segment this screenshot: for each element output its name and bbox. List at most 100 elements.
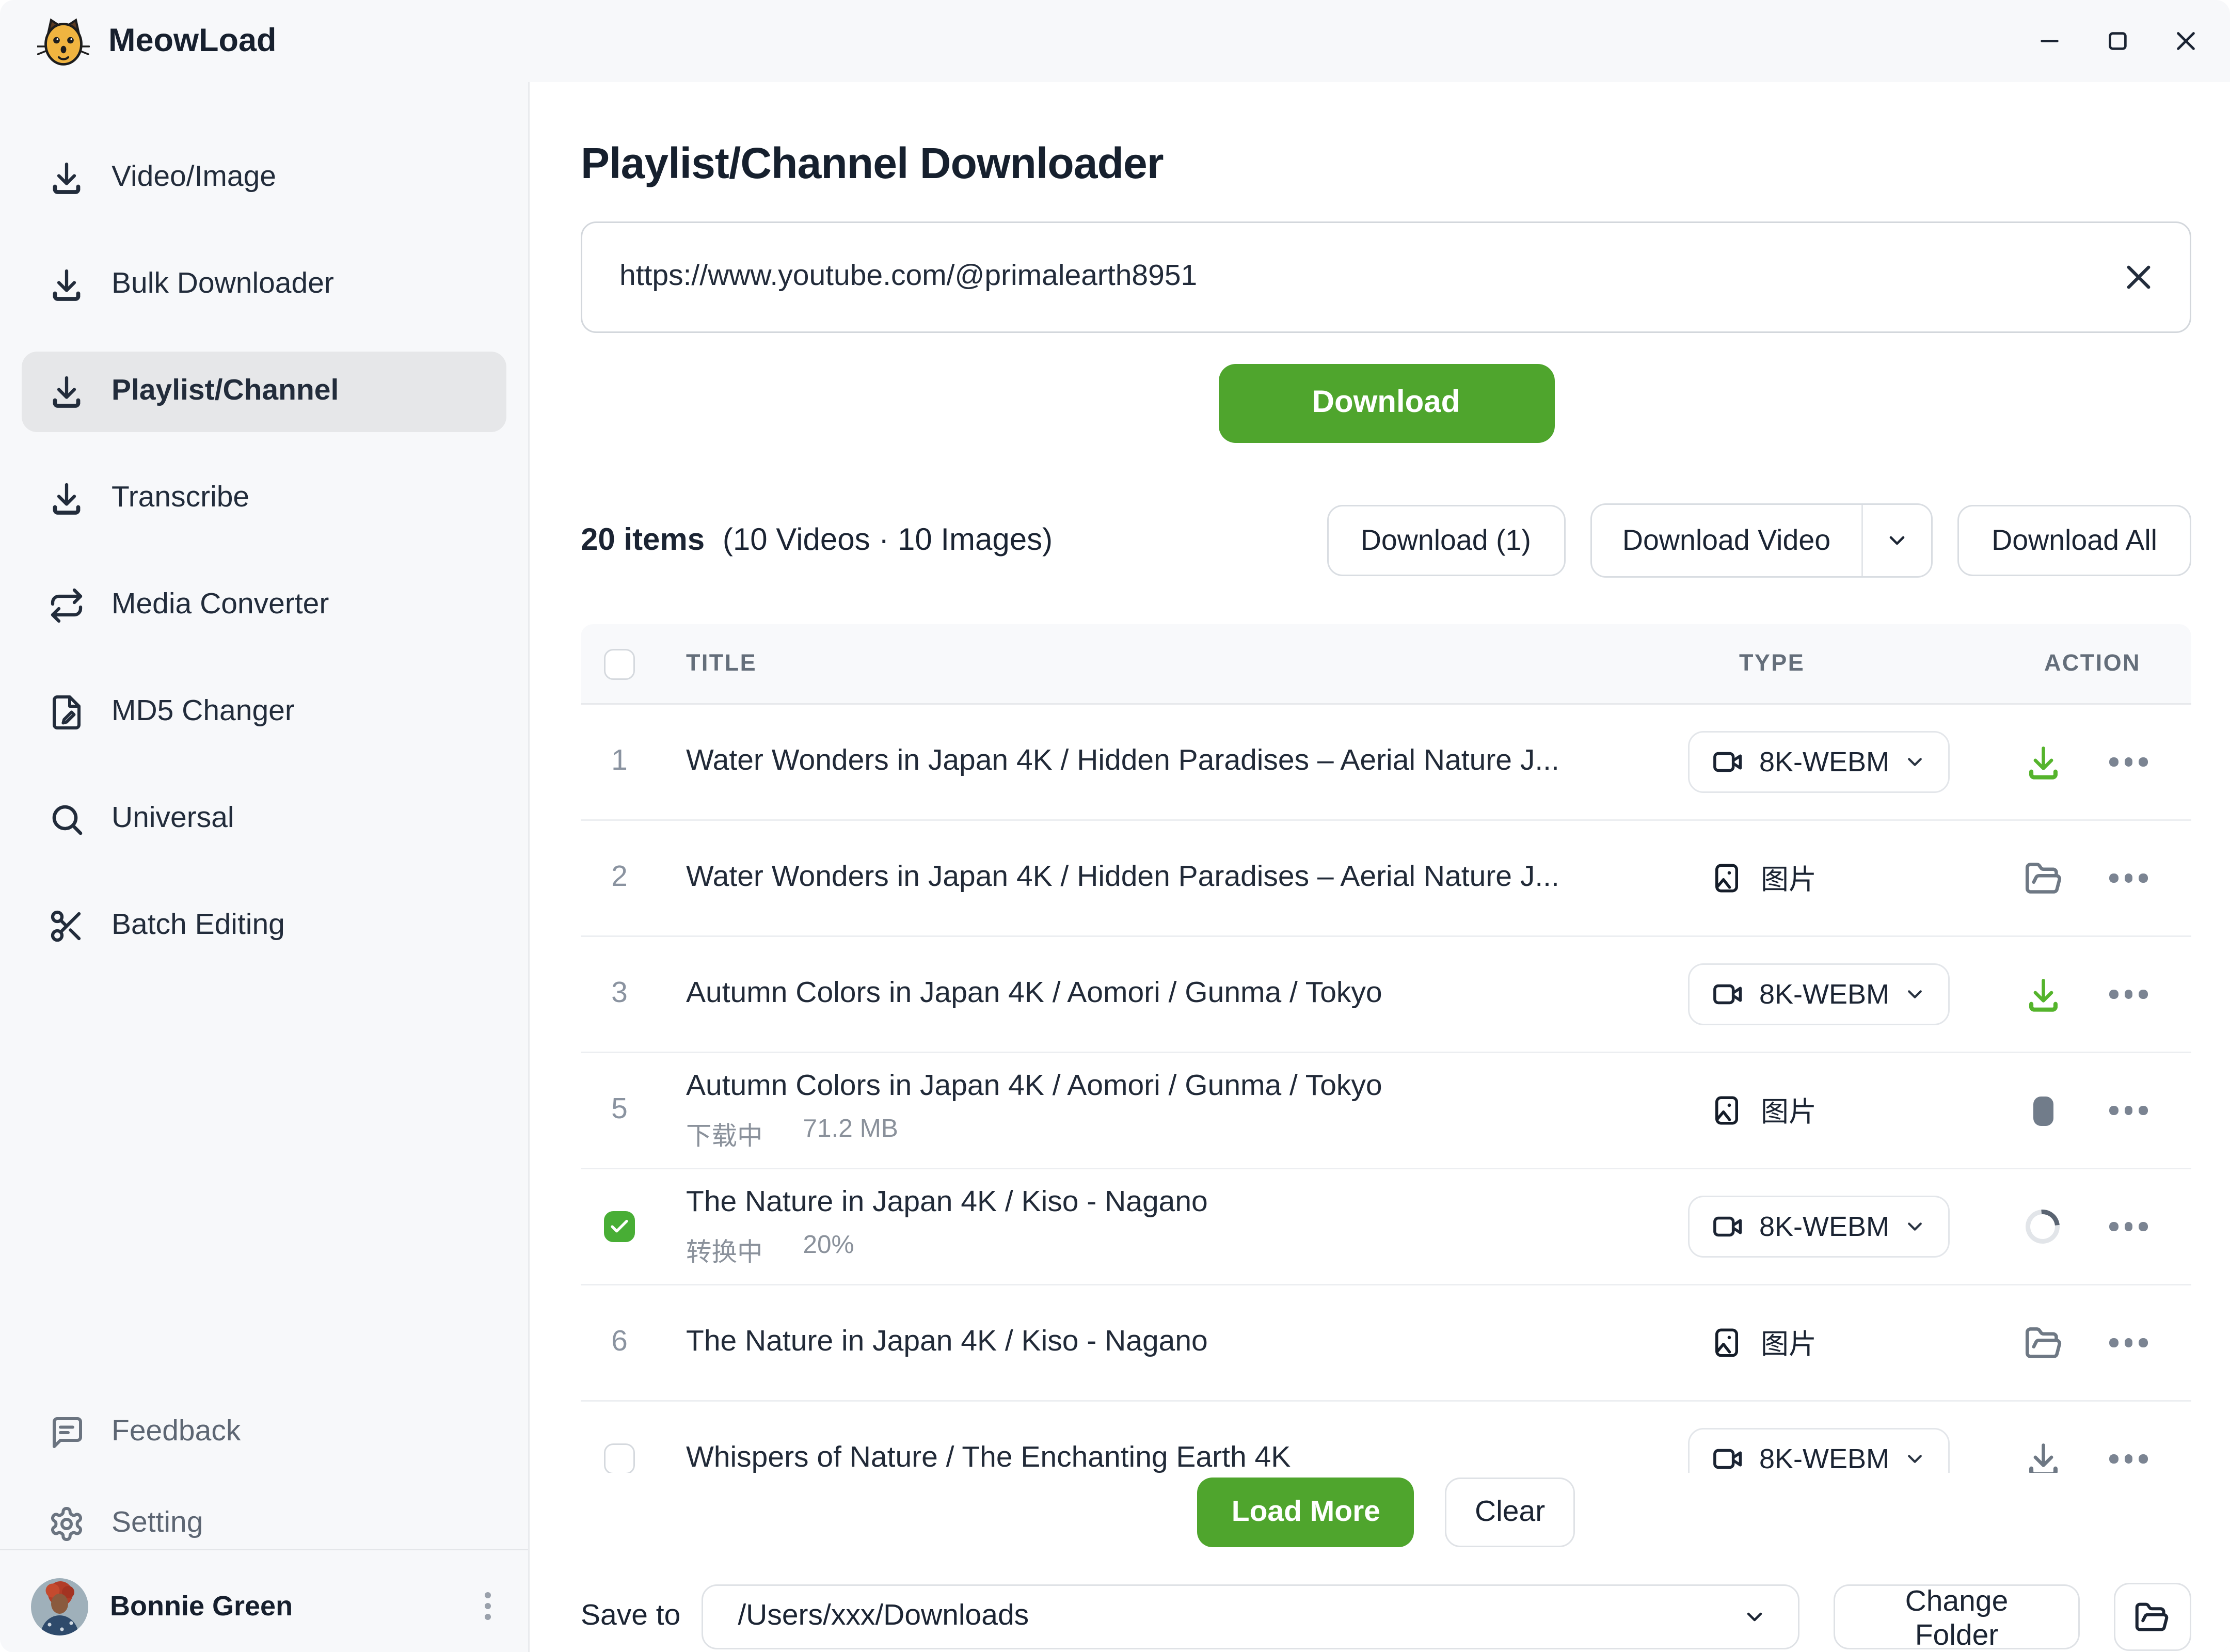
row-status: 转换中 20% xyxy=(686,1231,1649,1268)
sidebar-item-universal[interactable]: Universal xyxy=(22,779,506,860)
sidebar-item-label: Bulk Downloader xyxy=(112,268,334,302)
items-count: 20 items xyxy=(581,523,705,557)
download-toolbar: Download (1) Download Video Download All xyxy=(1327,503,2191,578)
download-row-icon[interactable] xyxy=(2022,1439,2063,1473)
image-icon xyxy=(1710,1325,1745,1361)
clear-url-icon[interactable] xyxy=(2122,260,2156,294)
sidebar-item-label: Universal xyxy=(112,802,234,836)
table-row: Whispers of Nature / The Enchanting Eart… xyxy=(581,1402,2191,1473)
converting-spinner-icon xyxy=(2022,1206,2063,1247)
table-row: 5 Autumn Colors in Japan 4K / Aomori / G… xyxy=(581,1053,2191,1169)
row-menu-kebab-icon[interactable] xyxy=(2109,1339,2147,1347)
row-title: The Nature in Japan 4K / Kiso - Nagano xyxy=(686,1326,1649,1360)
main-content: Playlist/Channel Downloader Download 20 … xyxy=(530,82,2230,1652)
browse-folder-button[interactable] xyxy=(2114,1583,2191,1651)
sidebar: Video/Image Bulk Downloader Playlist/Cha… xyxy=(0,82,530,1652)
sidebar-item-label: Feedback xyxy=(112,1416,241,1450)
stop-download-icon[interactable] xyxy=(2022,1090,2063,1131)
status-label: 下载中 xyxy=(686,1115,763,1152)
download-video-dropdown-icon[interactable] xyxy=(1863,505,1931,576)
clear-button[interactable]: Clear xyxy=(1445,1478,1574,1547)
format-select[interactable]: 8K-WEBM xyxy=(1688,731,1950,793)
row-title: Water Wonders in Japan 4K / Hidden Parad… xyxy=(686,745,1649,779)
meowload-window: MeowLoad Video/Image Bulk Downloader xyxy=(0,0,2230,1652)
page-title: Playlist/Channel Downloader xyxy=(581,136,2191,192)
download-button[interactable]: Download xyxy=(1218,364,1554,443)
status-value: 71.2 MB xyxy=(803,1115,898,1152)
video-camera-icon xyxy=(1711,745,1745,779)
chevron-down-icon xyxy=(1903,982,1926,1007)
chat-bubble-icon xyxy=(48,1414,85,1451)
download-icon xyxy=(48,480,85,517)
row-status: 下载中 71.2 MB xyxy=(686,1115,1649,1152)
sidebar-item-label: Media Converter xyxy=(112,589,329,623)
save-path-value: /Users/xxx/Downloads xyxy=(738,1600,1742,1634)
format-select[interactable]: 8K-WEBM xyxy=(1688,1428,1950,1473)
app-title: MeowLoad xyxy=(108,23,277,60)
minimize-icon[interactable] xyxy=(2036,28,2063,54)
sidebar-item-bulk-downloader[interactable]: Bulk Downloader xyxy=(22,245,506,325)
download-row-icon[interactable] xyxy=(2022,974,2063,1014)
sidebar-divider xyxy=(0,1549,528,1550)
sidebar-item-label: Setting xyxy=(112,1507,203,1541)
row-menu-kebab-icon[interactable] xyxy=(2109,990,2147,999)
url-input[interactable] xyxy=(616,259,2122,296)
row-title: Whispers of Nature / The Enchanting Eart… xyxy=(686,1442,1649,1473)
row-menu-kebab-icon[interactable] xyxy=(2109,1455,2147,1464)
format-select[interactable]: 8K-WEBM xyxy=(1688,1196,1950,1258)
sidebar-item-transcribe[interactable]: Transcribe xyxy=(22,458,506,539)
sidebar-item-label: Video/Image xyxy=(112,161,276,195)
download-row-icon[interactable] xyxy=(2022,742,2063,782)
row-menu-kebab-icon[interactable] xyxy=(2109,1106,2147,1115)
user-name: Bonnie Green xyxy=(110,1590,293,1623)
row-menu-kebab-icon[interactable] xyxy=(2109,874,2147,883)
download-all-button[interactable]: Download All xyxy=(1957,505,2191,576)
items-summary: 20 items (10 Videos · 10 Images) xyxy=(581,523,1053,559)
table-body: 1 Water Wonders in Japan 4K / Hidden Par… xyxy=(581,705,2191,1473)
table-row: 1 Water Wonders in Japan 4K / Hidden Par… xyxy=(581,705,2191,821)
sidebar-item-md5-changer[interactable]: MD5 Changer xyxy=(22,672,506,753)
image-type: 图片 xyxy=(1710,1090,1817,1131)
row-title: Water Wonders in Japan 4K / Hidden Parad… xyxy=(686,861,1649,895)
save-path-select[interactable]: /Users/xxx/Downloads xyxy=(702,1584,1799,1649)
folder-open-icon xyxy=(2135,1599,2170,1635)
sidebar-item-label: Transcribe xyxy=(112,482,249,516)
close-icon[interactable] xyxy=(2173,28,2199,54)
download-icon xyxy=(48,266,85,304)
table-row: 6 The Nature in Japan 4K / Kiso - Nagano… xyxy=(581,1285,2191,1402)
download-icon xyxy=(48,373,85,410)
table-header: TITLE TYPE ACTION xyxy=(581,624,2191,705)
items-table: TITLE TYPE ACTION 1 Water Wonders in Jap… xyxy=(581,624,2191,1473)
sidebar-item-playlist-channel[interactable]: Playlist/Channel xyxy=(22,352,506,432)
format-select[interactable]: 8K-WEBM xyxy=(1688,963,1950,1025)
row-checkbox[interactable] xyxy=(604,1443,635,1473)
select-all-checkbox[interactable] xyxy=(604,648,635,679)
row-menu-kebab-icon[interactable] xyxy=(2109,758,2147,767)
chevron-down-icon xyxy=(1903,1214,1926,1239)
change-folder-button[interactable]: Change Folder xyxy=(1834,1584,2079,1649)
load-more-button[interactable]: Load More xyxy=(1198,1478,1414,1547)
status-label: 转换中 xyxy=(686,1231,763,1268)
maximize-icon[interactable] xyxy=(2105,28,2131,54)
row-checkbox-checked[interactable] xyxy=(604,1211,635,1242)
sidebar-item-batch-editing[interactable]: Batch Editing xyxy=(22,886,506,966)
row-number: 6 xyxy=(581,1326,658,1360)
sidebar-item-media-converter[interactable]: Media Converter xyxy=(22,565,506,646)
open-folder-icon[interactable] xyxy=(2022,858,2063,898)
user-profile[interactable]: Bonnie Green xyxy=(22,1561,506,1651)
row-number: 2 xyxy=(581,861,658,895)
download-icon xyxy=(48,160,85,197)
table-row: 2 Water Wonders in Japan 4K / Hidden Par… xyxy=(581,821,2191,937)
scissors-icon xyxy=(48,908,85,945)
download-selected-button[interactable]: Download (1) xyxy=(1327,505,1565,576)
sidebar-item-label: Batch Editing xyxy=(112,909,285,943)
download-video-button[interactable]: Download Video xyxy=(1591,505,1861,576)
row-number: 5 xyxy=(581,1093,658,1127)
sidebar-item-video-image[interactable]: Video/Image xyxy=(22,138,506,218)
user-menu-kebab-icon[interactable] xyxy=(479,1586,497,1626)
open-folder-icon[interactable] xyxy=(2022,1323,2063,1363)
row-number: 1 xyxy=(581,745,658,779)
row-menu-kebab-icon[interactable] xyxy=(2109,1222,2147,1231)
sidebar-item-feedback[interactable]: Feedback xyxy=(22,1395,506,1470)
image-icon xyxy=(1710,1093,1745,1129)
